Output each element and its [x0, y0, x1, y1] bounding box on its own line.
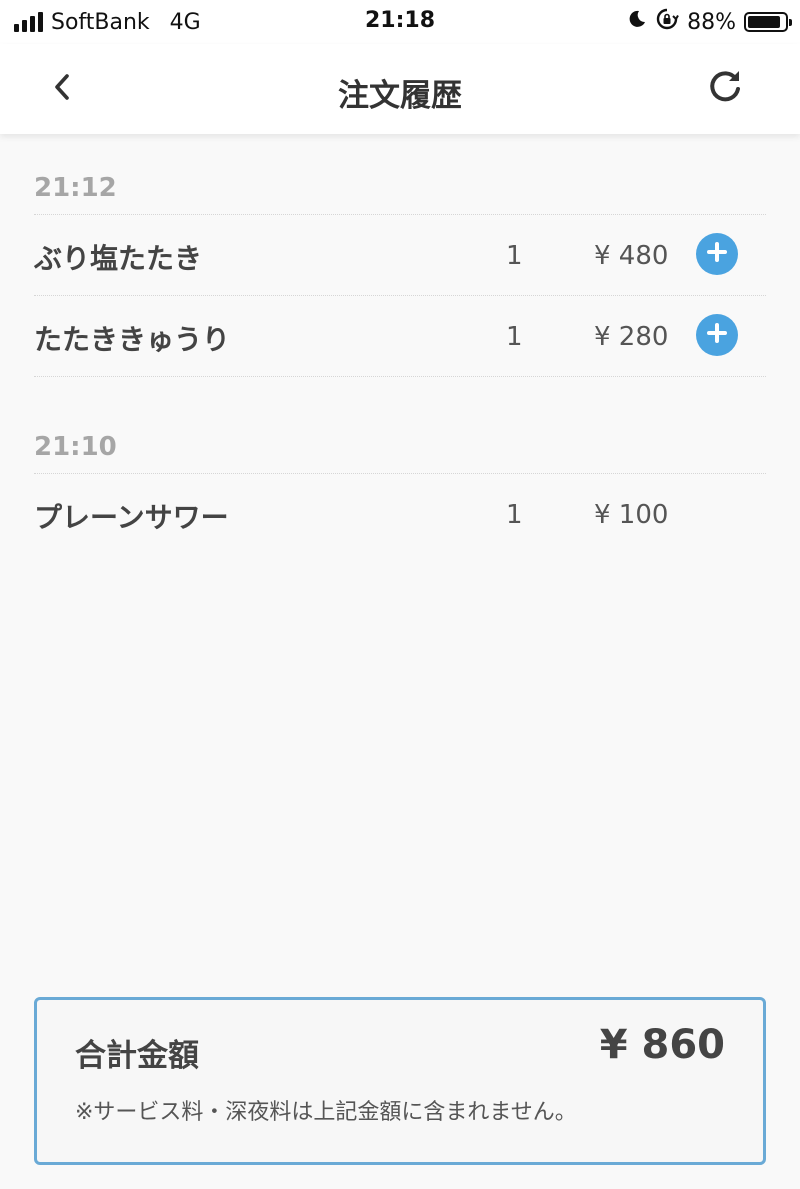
refresh-button[interactable] — [702, 66, 748, 112]
order-item-row: たたききゅうり 1 ¥ 280 — [34, 295, 766, 377]
plus-icon — [706, 322, 728, 348]
order-history-list: 21:12 ぶり塩たたき 1 ¥ 480 たたききゅうり 1 ¥ 280 21:10 プレーンサ… — [34, 134, 766, 554]
item-price: ¥ 280 — [594, 322, 669, 352]
total-summary: 合計金額 ¥ 860 ※サービス料・深夜料は上記金額に含まれません。 — [34, 997, 766, 1165]
rotation-lock-icon — [655, 7, 679, 37]
item-name: ぶり塩たたき — [34, 242, 203, 275]
order-time: 21:12 — [34, 173, 117, 203]
chevron-left-icon — [52, 72, 72, 106]
battery-percent: 88% — [687, 9, 736, 35]
item-name: たたききゅうり — [34, 323, 231, 356]
item-quantity: 1 — [506, 322, 523, 352]
status-right: 88% — [627, 6, 792, 38]
item-price: ¥ 480 — [594, 241, 669, 271]
item-quantity: 1 — [506, 241, 523, 271]
item-quantity: 1 — [506, 500, 523, 530]
item-name: プレーンサワー — [34, 501, 229, 534]
status-bar: SoftBank 4G 21:18 88% — [0, 0, 800, 44]
total-amount: ¥ 860 — [599, 1022, 725, 1068]
nav-bar: 注文履歴 — [0, 44, 800, 134]
battery-level — [748, 16, 780, 28]
refresh-icon — [706, 68, 744, 110]
add-item-button[interactable] — [696, 233, 738, 275]
order-group: 21:12 ぶり塩たたき 1 ¥ 480 たたききゅうり 1 ¥ 280 — [34, 174, 766, 377]
add-item-button[interactable] — [696, 314, 738, 356]
total-note: ※サービス料・深夜料は上記金額に含まれません。 — [75, 1100, 577, 1125]
item-price: ¥ 100 — [594, 500, 669, 530]
plus-icon — [706, 241, 728, 267]
order-time: 21:10 — [34, 432, 117, 462]
order-group: 21:10 プレーンサワー 1 ¥ 100 — [34, 433, 766, 554]
back-button[interactable] — [40, 66, 84, 112]
page-title: 注文履歴 — [338, 78, 462, 114]
total-label: 合計金額 — [75, 1038, 199, 1074]
battery-icon — [744, 12, 792, 32]
order-item-row: ぶり塩たたき 1 ¥ 480 — [34, 214, 766, 295]
moon-icon — [627, 9, 647, 35]
order-item-row: プレーンサワー 1 ¥ 100 — [34, 473, 766, 554]
